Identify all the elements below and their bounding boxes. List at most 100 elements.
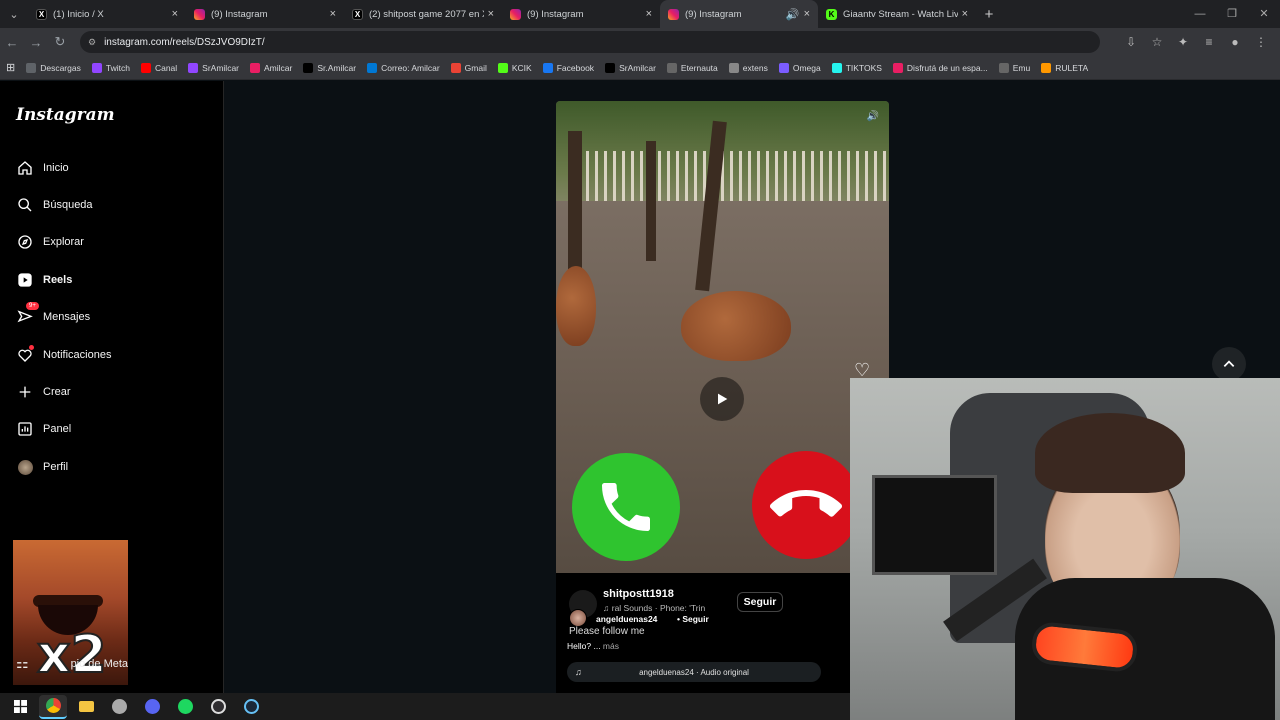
sidebar-item-perfil[interactable]: Perfil: [16, 458, 68, 476]
bookmark-item[interactable]: RULETA: [1041, 62, 1088, 73]
reel-caption: Please follow me: [569, 626, 645, 637]
bookmark-item[interactable]: Descargas: [26, 62, 81, 73]
bookmark-star-icon[interactable]: ☆: [1144, 35, 1170, 49]
bookmark-item[interactable]: extens: [728, 62, 768, 73]
more-from-meta[interactable]: ⚏ pio de Meta: [16, 655, 128, 672]
speaker-icon[interactable]: 🔊: [786, 8, 800, 21]
address-bar[interactable]: ⚙ instagram.com/reels/DSzJVO9DIzT/: [80, 31, 1100, 53]
minimize-icon[interactable]: —: [1184, 0, 1216, 28]
kick-icon: K: [826, 8, 837, 20]
collaborator-name[interactable]: angelduenas24: [596, 614, 657, 624]
bookmark-item[interactable]: KCIK: [497, 62, 532, 73]
new-tab-button[interactable]: +: [976, 6, 1002, 23]
collaborator-follow[interactable]: • Seguir: [677, 614, 709, 624]
restore-icon[interactable]: ❐: [1216, 0, 1248, 28]
bookmark-label: Omega: [792, 62, 821, 73]
sidebar-item-explorar[interactable]: Explorar: [16, 233, 84, 251]
spotify-icon[interactable]: [171, 695, 199, 719]
back-icon[interactable]: ←: [0, 35, 24, 50]
install-icon[interactable]: ⇩: [1118, 35, 1144, 49]
play-button[interactable]: [700, 377, 744, 421]
reel-author[interactable]: shitpostt1918: [603, 588, 674, 600]
chart-icon: [16, 420, 34, 438]
bookmark-item[interactable]: Omega: [778, 62, 821, 73]
menu-icon[interactable]: ⋮: [1248, 35, 1274, 49]
chrome-icon[interactable]: [39, 694, 67, 719]
sidebar-item-reels[interactable]: Reels: [16, 271, 72, 289]
bookmark-label: Descargas: [40, 62, 81, 73]
bookmark-item[interactable]: Facebook: [542, 62, 594, 73]
bookmark-item[interactable]: Twitch: [91, 62, 130, 73]
reel-video[interactable]: 🔊: [556, 101, 889, 573]
steam-icon[interactable]: [237, 695, 265, 719]
bookmark-item[interactable]: Gmail: [450, 62, 487, 73]
sidebar-item-inicio[interactable]: Inicio: [16, 159, 69, 177]
notification-dot: [29, 345, 34, 350]
bookmark-label: Canal: [154, 62, 178, 73]
bookmark-item[interactable]: SrAmilcar: [605, 62, 656, 73]
previous-reel-button[interactable]: [1212, 347, 1246, 381]
bookmarks-bar: ⊞ Descargas Twitch Canal SrAmilcar Amilcar Sr…: [0, 56, 1280, 80]
close-tab-icon[interactable]: ×: [330, 8, 336, 20]
follow-button[interactable]: Seguir: [737, 592, 783, 612]
bookmark-favicon-icon: [666, 62, 677, 73]
close-tab-icon[interactable]: ×: [962, 8, 968, 20]
bookmark-item[interactable]: Correo: Amilcar: [367, 62, 440, 73]
tab-0[interactable]: X (1) Inicio / X ×: [28, 0, 186, 28]
reel-description: Hello? ... más: [567, 641, 619, 651]
bookmark-item[interactable]: Emu: [998, 62, 1030, 73]
bookmark-item[interactable]: Disfrutá de un espa...: [892, 62, 988, 73]
tab-1[interactable]: (9) Instagram ×: [186, 0, 344, 28]
compass-icon: [16, 233, 34, 251]
sidebar-item-mensajes[interactable]: 9+ Mensajes: [16, 302, 90, 326]
collaborator-avatar[interactable]: [569, 609, 587, 627]
apps-icon[interactable]: ⊞: [6, 61, 15, 74]
close-tab-icon[interactable]: ×: [488, 8, 494, 20]
messages-badge: 9+: [26, 302, 39, 310]
more-link[interactable]: más: [603, 641, 619, 651]
bookmark-item[interactable]: TIKTOKS: [831, 62, 882, 73]
extensions-icon[interactable]: ✦: [1170, 35, 1196, 49]
close-tab-icon[interactable]: ×: [804, 8, 810, 20]
bookmark-label: Sr.Amilcar: [317, 62, 357, 73]
discord-icon[interactable]: [138, 695, 166, 719]
app-icon[interactable]: [105, 695, 133, 719]
sidebar-item-crear[interactable]: Crear: [16, 383, 71, 401]
audio-pill[interactable]: ♫ angelduenas24 · Audio original: [567, 662, 821, 682]
file-explorer-icon[interactable]: [72, 695, 100, 719]
bookmark-item[interactable]: Canal: [140, 62, 178, 73]
reel-sound[interactable]: ♫ ral Sounds · Phone: 'Trin: [603, 603, 705, 613]
tab-4-active[interactable]: (9) Instagram 🔊 ×: [660, 0, 818, 28]
instagram-logo[interactable]: Instagram: [16, 105, 115, 125]
close-tab-icon[interactable]: ×: [172, 8, 178, 20]
plus-icon: [16, 383, 34, 401]
volume-icon[interactable]: 🔊: [867, 111, 879, 122]
obs-icon[interactable]: [204, 695, 232, 719]
close-tab-icon[interactable]: ×: [646, 8, 652, 20]
close-window-icon[interactable]: ✕: [1248, 0, 1280, 28]
sidebar-item-panel[interactable]: Panel: [16, 420, 71, 438]
sidebar-item-busqueda[interactable]: Búsqueda: [16, 196, 93, 214]
tab-strip: ⌄ X (1) Inicio / X × (9) Instagram × X (2) s…: [0, 0, 1280, 28]
bookmark-item[interactable]: Amilcar: [250, 62, 292, 73]
tab-5[interactable]: K Giaantv Stream - Watch Live on ×: [818, 0, 976, 28]
site-info-icon[interactable]: ⚙: [88, 37, 96, 48]
tab-3[interactable]: (9) Instagram ×: [502, 0, 660, 28]
media-icon[interactable]: ≡: [1196, 35, 1222, 49]
sidebar-item-notificaciones[interactable]: Notificaciones: [16, 345, 111, 364]
tab-search-icon[interactable]: ⌄: [0, 0, 28, 28]
tab-2[interactable]: X (2) shitpost game 2077 en X: "h ×: [344, 0, 502, 28]
description-text: Hello?: [567, 641, 592, 651]
start-icon[interactable]: [6, 695, 34, 719]
bookmark-item[interactable]: SrAmilcar: [188, 62, 239, 73]
bookmark-label: Disfrutá de un espa...: [906, 62, 988, 73]
sidebar-item-label: Inicio: [43, 162, 69, 174]
reload-icon[interactable]: ↻: [48, 34, 72, 50]
bookmark-item[interactable]: Eternauta: [666, 62, 718, 73]
instagram-icon: [510, 8, 521, 20]
grid-icon: ⚏: [16, 655, 29, 671]
forward-icon[interactable]: →: [24, 35, 48, 50]
bookmark-item[interactable]: Sr.Amilcar: [303, 62, 357, 73]
bookmark-favicon-icon: [91, 62, 102, 73]
profile-avatar[interactable]: ●: [1222, 35, 1248, 49]
